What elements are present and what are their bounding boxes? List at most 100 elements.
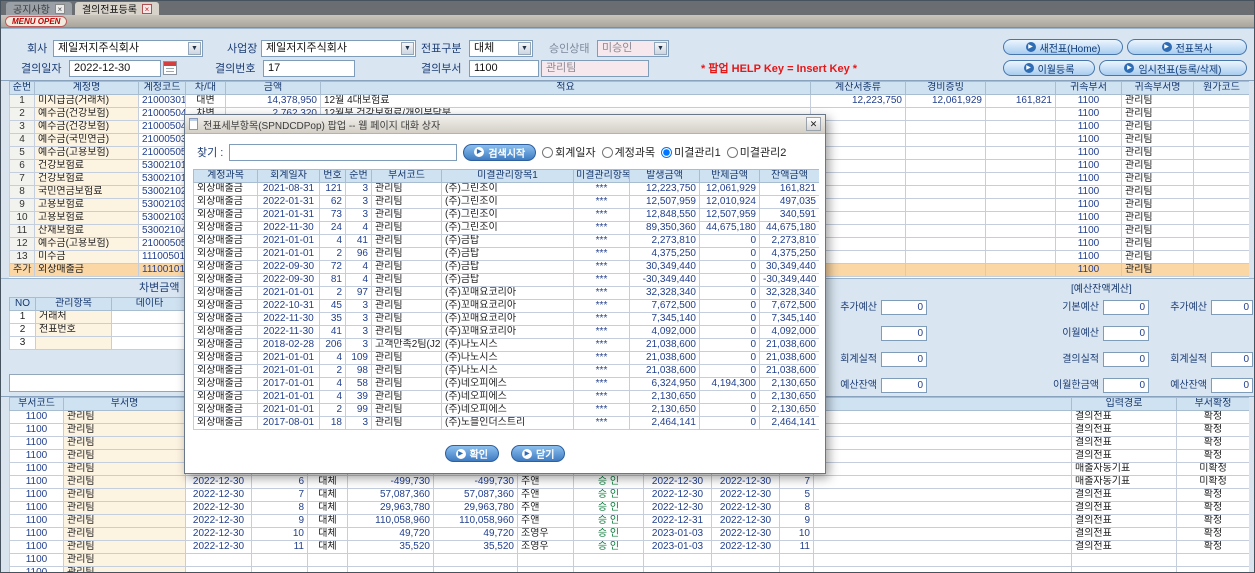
table-row[interactable]: 외상매출금 2021-08-31 121 3 관리팀 (주)그린조이 *** 12,223,7… — [193, 182, 819, 196]
table-row[interactable]: 외상매출금 2021-01-01 4 39 관리팀 (주)네오피에스 *** 2,130,65… — [193, 390, 819, 404]
table-row[interactable]: 1 미지급금(거래처) 21000301 대변 14,378,950 12월 4대보험료 1… — [9, 94, 1249, 108]
column-header[interactable]: 미결관리항목2 — [573, 169, 630, 183]
radio-account-date[interactable]: 회계일자 — [542, 144, 596, 160]
column-header[interactable]: 귀속부서명 — [1121, 81, 1194, 95]
table-row[interactable]: 외상매출금 2017-01-01 4 58 관리팀 (주)네오피에스 *** 6,324,95… — [193, 377, 819, 391]
column-header[interactable]: 잔액금액 — [759, 169, 819, 183]
tab-notice[interactable]: 공지사항 × — [6, 2, 72, 16]
table-row[interactable]: 외상매출금 2022-11-30 41 3 관리팀 (주)꼬매요코리아 *** 4,092,0… — [193, 325, 819, 339]
column-header[interactable]: 금액 — [225, 81, 321, 95]
table-row[interactable]: 1100 관리팀 2022-12-30 11 대체 35,520 35,520 조영우 승 인2… — [9, 540, 1249, 554]
confirm-button[interactable]: ▶ 확인 — [444, 445, 499, 462]
management-item-input[interactable] — [9, 374, 187, 392]
column-header[interactable]: 순번 — [345, 169, 372, 183]
dialog-close-icon[interactable]: ✕ — [806, 117, 821, 131]
column-header[interactable]: 데이타 — [111, 297, 188, 311]
column-header[interactable]: 부서확정 — [1176, 397, 1249, 411]
dialog-titlebar[interactable]: 전표세부항목(SPNDCDPop) 팝업 -- 웹 페이지 대화 상자 ✕ — [185, 115, 825, 134]
budget-value-field[interactable]: 0 — [1103, 378, 1149, 393]
table-row[interactable]: 외상매출금 2022-11-30 24 4 관리팀 (주)그린조이 *** 89,350,36… — [193, 221, 819, 235]
column-header[interactable]: 입력경로 — [1071, 397, 1177, 411]
close-tab-icon[interactable]: × — [142, 3, 153, 14]
column-header[interactable]: 귀속부서 — [1055, 81, 1122, 95]
budget-value-field[interactable]: 0 — [1103, 326, 1149, 341]
column-header[interactable]: NO — [9, 297, 36, 311]
budget-value-field[interactable]: 0 — [1211, 378, 1253, 393]
budget-value-field[interactable]: 0 — [1211, 352, 1253, 367]
radio-input[interactable] — [661, 146, 673, 158]
chevron-down-icon[interactable]: ▼ — [401, 42, 414, 55]
carry-over-button[interactable]: ▶ 이월등록 — [1003, 60, 1095, 76]
table-row[interactable]: 1100 관리팀 — [9, 553, 1249, 567]
search-button[interactable]: ▶ 검색시작 — [463, 143, 537, 161]
chevron-down-icon[interactable]: ▼ — [518, 42, 531, 55]
table-row[interactable]: 1100 관리팀 2022-12-30 8 대체 29,963,780 29,963,780… — [9, 501, 1249, 515]
table-row[interactable]: 외상매출금 2021-01-01 2 97 관리팀 (주)꼬매요코리아 *** 32,328,… — [193, 286, 819, 300]
budget-value-field[interactable]: 0 — [1103, 352, 1149, 367]
tab-slip-entry[interactable]: 결의전표등록 × — [74, 2, 160, 16]
budget-value-field[interactable]: 0 — [881, 300, 927, 315]
radio-open-item-1[interactable]: 미결관리1 — [661, 144, 721, 160]
radio-input[interactable] — [601, 146, 613, 158]
radio-open-item-2[interactable]: 미결관리2 — [726, 144, 786, 160]
table-row[interactable]: 외상매출금 2021-01-01 4 41 관리팀 (주)금탑 *** 2,273,810 0 2… — [193, 234, 819, 248]
table-row[interactable]: 외상매출금 2018-02-28 206 3 고객만족2팀(J2 (주)나노시스 *** 21… — [193, 338, 819, 352]
column-header[interactable]: 계정명 — [34, 81, 139, 95]
table-row[interactable]: 1100 관리팀 2022-12-30 7 대체 57,087,360 57,087,360… — [9, 488, 1249, 502]
company-select[interactable]: 제일저지주식회사 ▼ — [53, 40, 203, 57]
column-header[interactable]: 계산서종류 — [810, 81, 906, 95]
radio-input[interactable] — [726, 146, 738, 158]
column-header[interactable]: 계정과목 — [193, 169, 258, 183]
budget-value-field[interactable]: 0 — [1103, 300, 1149, 315]
budget-value-field[interactable]: 0 — [1211, 300, 1253, 315]
table-row[interactable]: 외상매출금 2022-11-30 35 3 관리팀 (주)꼬매요코리아 *** 7,345,1… — [193, 312, 819, 326]
table-row[interactable]: 외상매출금 2022-01-31 62 3 관리팀 (주)그린조이 *** 12,507,95… — [193, 195, 819, 209]
close-tab-icon[interactable]: × — [54, 3, 65, 14]
table-row[interactable]: 1100 관리팀 — [9, 566, 1249, 572]
radio-account-name[interactable]: 계정과목 — [601, 144, 655, 160]
menu-open-button[interactable]: MENU OPEN — [5, 16, 68, 27]
column-header[interactable]: 적요 — [320, 81, 811, 95]
column-header[interactable] — [985, 81, 1056, 95]
column-header[interactable]: 순번 — [9, 81, 35, 95]
column-header[interactable]: 부서코드 — [9, 397, 64, 411]
search-input[interactable] — [229, 143, 458, 161]
column-header[interactable]: 관리항목 — [35, 297, 112, 311]
budget-value-field[interactable]: 0 — [881, 326, 927, 341]
table-row[interactable]: 외상매출금 2021-01-01 4 109 관리팀 (주)나노시스 *** 21,038,6… — [193, 351, 819, 365]
chevron-down-icon[interactable]: ▼ — [654, 42, 667, 55]
table-row[interactable]: 외상매출금 2021-01-01 2 99 관리팀 (주)네오피에스 *** 2,130,65… — [193, 403, 819, 417]
column-header[interactable]: 발생금액 — [629, 169, 700, 183]
table-row[interactable]: 외상매출금 2021-01-01 2 98 관리팀 (주)나노시스 *** 21,038,60… — [193, 364, 819, 378]
column-header[interactable]: 부서코드 — [371, 169, 442, 183]
radio-input[interactable] — [542, 146, 554, 158]
budget-value-field[interactable]: 0 — [881, 378, 927, 393]
business-select[interactable]: 제일저지주식회사 ▼ — [261, 40, 416, 57]
column-header[interactable]: 계정코드 — [138, 81, 186, 95]
column-header[interactable] — [813, 397, 1072, 411]
calendar-icon[interactable] — [163, 61, 177, 75]
table-row[interactable]: 외상매출금 2021-01-31 73 3 관리팀 (주)그린조이 *** 12,848,55… — [193, 208, 819, 222]
table-row[interactable]: 외상매출금 2022-09-30 81 4 관리팀 (주)금탑 *** -30,349,440… — [193, 273, 819, 287]
column-header[interactable]: 부서명 — [63, 397, 186, 411]
approval-select[interactable]: 미승인 ▼ — [597, 40, 669, 57]
column-header[interactable]: 경비증빙 — [905, 81, 986, 95]
table-row[interactable]: 1 거래처 — [9, 310, 188, 324]
column-header[interactable]: 번호 — [319, 169, 346, 183]
chevron-down-icon[interactable]: ▼ — [188, 42, 201, 55]
table-row[interactable]: 1100 관리팀 2022-12-30 9 대체 110,058,960 110,058,9… — [9, 514, 1249, 528]
table-row[interactable]: 1100 관리팀 2022-12-30 10 대체 49,720 49,720 조영우 승 인2… — [9, 527, 1249, 541]
column-header[interactable]: 미결관리항목1 — [441, 169, 574, 183]
temp-slip-button[interactable]: ▶ 임시전표(등록/삭제) — [1099, 60, 1247, 76]
copy-slip-button[interactable]: ▶ 전표복사 — [1127, 39, 1247, 55]
column-header[interactable]: 회계일자 — [257, 169, 320, 183]
date-input[interactable]: 2022-12-30 — [69, 60, 161, 77]
table-row[interactable]: 외상매출금 2021-01-01 2 96 관리팀 (주)금탑 *** 4,375,250 0 4… — [193, 247, 819, 261]
table-row[interactable]: 외상매출금 2022-10-31 45 3 관리팀 (주)꼬매요코리아 *** 7,672,5… — [193, 299, 819, 313]
column-header[interactable]: 차/대 — [185, 81, 226, 95]
slip-no-input[interactable]: 17 — [263, 60, 355, 77]
close-button[interactable]: ▶ 닫기 — [511, 445, 566, 462]
table-row[interactable]: 3 — [9, 336, 188, 350]
budget-value-field[interactable]: 0 — [881, 352, 927, 367]
column-header[interactable]: 반제금액 — [699, 169, 760, 183]
